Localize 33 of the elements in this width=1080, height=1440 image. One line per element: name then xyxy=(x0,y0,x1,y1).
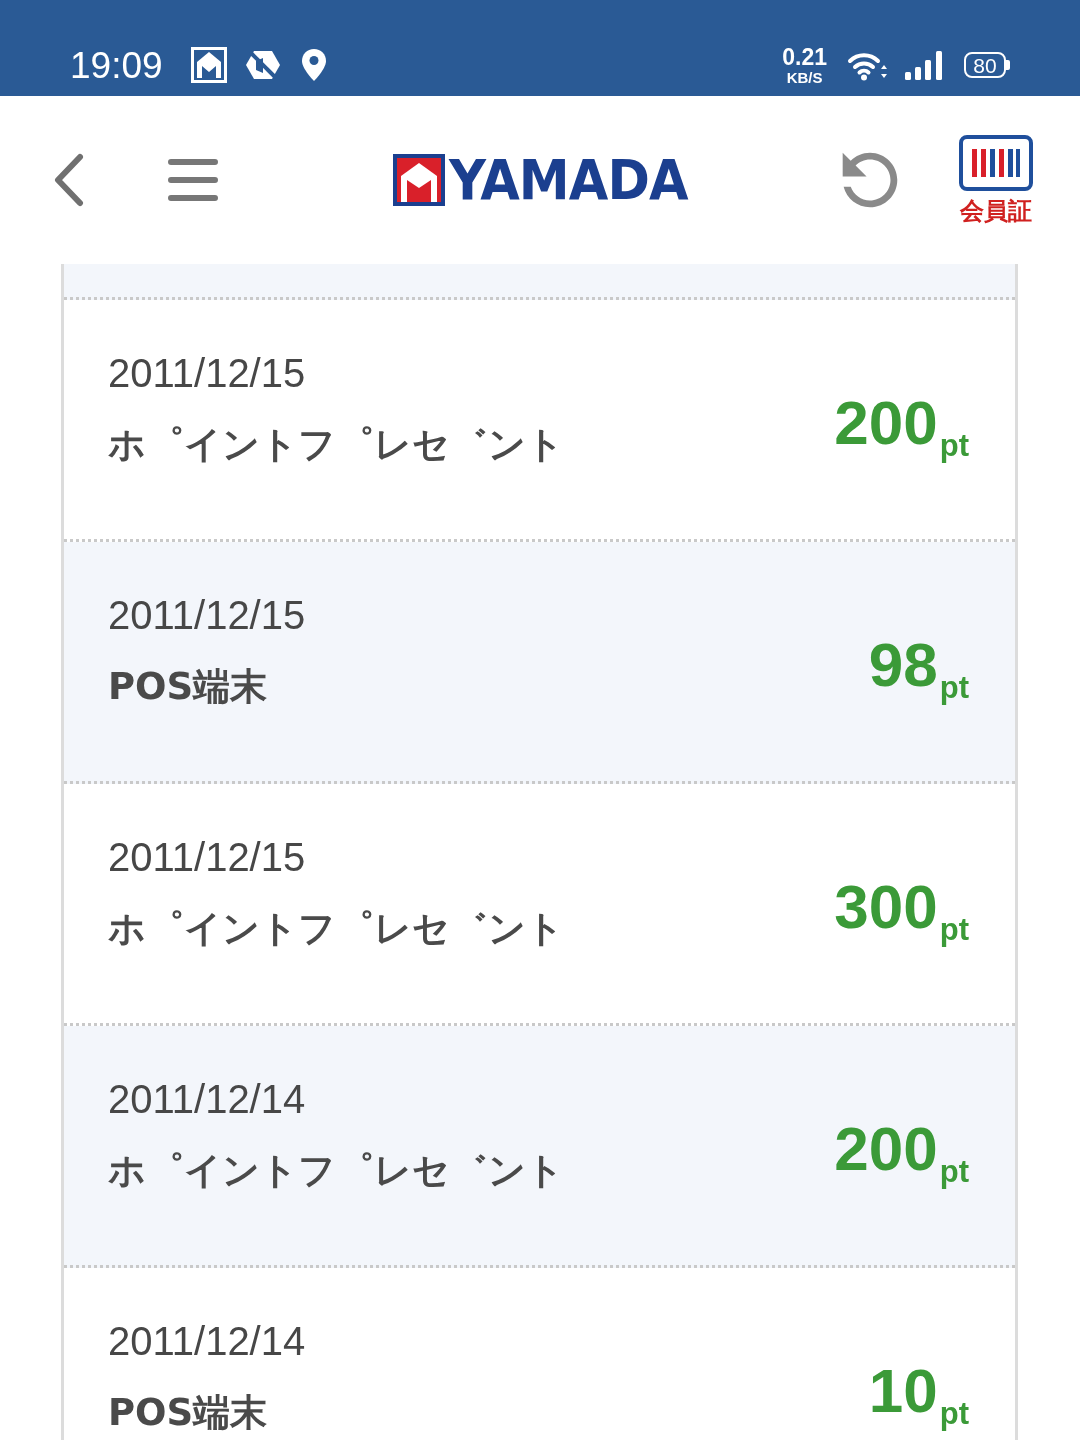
history-description: ホ゜イントフ゜レセ゛ント xyxy=(108,1150,564,1192)
battery-indicator: 80 xyxy=(964,52,1010,78)
points-amount: 300$_{pt}$ xyxy=(834,876,969,949)
points-amount: 98$_{pt}$ xyxy=(868,634,969,707)
history-date: 2011/12/15 xyxy=(108,352,306,394)
clock-time: 19:09 xyxy=(70,46,163,84)
history-date: 2011/12/14 xyxy=(108,1320,306,1362)
back-button[interactable] xyxy=(52,153,86,207)
points-amount: 10$_{pt}$ xyxy=(868,1360,969,1433)
location-pin-icon xyxy=(300,48,327,82)
crossed-hexagon-icon xyxy=(244,49,281,81)
history-date: 2011/12/14 xyxy=(108,1078,306,1120)
logo-text: YAMADA xyxy=(449,152,688,208)
reload-button[interactable] xyxy=(841,152,898,208)
points-amount: 200$_{pt}$ xyxy=(834,392,969,465)
menu-button[interactable] xyxy=(168,158,218,202)
logo-mark-icon xyxy=(393,154,445,206)
points-amount: 200$_{pt}$ xyxy=(834,1118,969,1191)
square-logo-icon xyxy=(190,47,227,83)
history-description: ホ゜イントフ゜レセ゛ント xyxy=(108,908,564,950)
reload-icon xyxy=(841,152,898,208)
signal-icon xyxy=(904,50,944,80)
network-speed-unit: KB/S xyxy=(786,69,823,85)
member-card-button[interactable]: 会員証 xyxy=(958,135,1033,225)
chevron-left-icon xyxy=(52,153,86,207)
barcode-card-icon xyxy=(958,135,1033,191)
menu-icon xyxy=(168,158,218,202)
history-description: POS端末 xyxy=(108,666,268,708)
network-speed-value: 0.21 xyxy=(782,45,827,69)
history-date: 2011/12/15 xyxy=(108,836,306,878)
history-date: 2011/12/15 xyxy=(108,594,306,636)
history-description: POS端末 xyxy=(108,1392,268,1434)
history-description: ホ゜イントフ゜レセ゛ント xyxy=(108,424,564,466)
